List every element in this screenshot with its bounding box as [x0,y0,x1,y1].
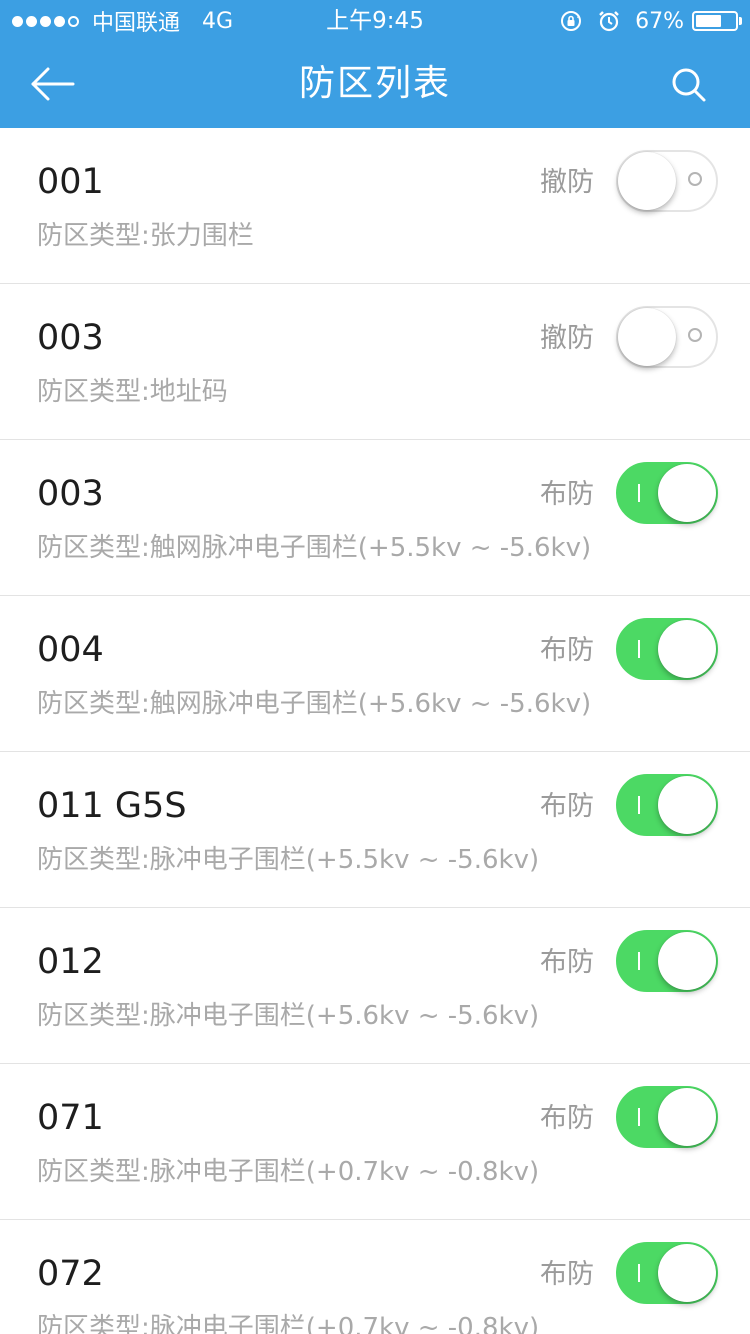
toggle-knob [618,308,676,366]
toggle-knob [618,152,676,210]
zone-list-screen: 中国联通 4G 上午9:45 67% 防区列表 001 防区类型:张力围栏 撤防… [0,0,750,1334]
arm-toggle[interactable] [616,930,718,992]
zone-row[interactable]: 071 防区类型:脉冲电子围栏(+0.7kv ~ -0.8kv) 布防 [0,1064,750,1220]
zone-status-label: 布防 [540,791,594,822]
zone-row[interactable]: 001 防区类型:张力围栏 撤防 [0,128,750,284]
zone-name: 012 [37,942,104,982]
zone-row[interactable]: 012 防区类型:脉冲电子围栏(+5.6kv ~ -5.6kv) 布防 [0,908,750,1064]
page-title: 防区列表 [298,63,451,104]
arm-toggle[interactable] [616,150,718,212]
arm-toggle[interactable] [616,1242,718,1304]
toggle-on-mark-icon [638,1108,640,1126]
zone-status-label: 布防 [540,479,594,510]
zone-status-label: 布防 [540,635,594,666]
zone-type: 防区类型:脉冲电子围栏(+5.6kv ~ -5.6kv) [37,1001,540,1031]
alarm-icon [597,9,621,33]
zone-list: 001 防区类型:张力围栏 撤防 003 防区类型:地址码 撤防 003 防区类型:触网脉冲电… [0,128,750,1334]
zone-row[interactable]: 003 防区类型:地址码 撤防 [0,284,750,440]
zone-name: 071 [37,1098,104,1138]
zone-type: 防区类型:脉冲电子围栏(+0.7kv ~ -0.8kv) [37,1157,540,1187]
toggle-knob [658,1088,716,1146]
battery-percent: 67% [635,8,684,34]
zone-name: 003 [37,474,104,514]
arm-toggle[interactable] [616,774,718,836]
rotation-lock-icon [559,9,583,33]
back-button[interactable] [22,56,82,112]
toggle-knob [658,1244,716,1302]
toggle-knob [658,464,716,522]
toggle-knob [658,776,716,834]
zone-type: 防区类型:触网脉冲电子围栏(+5.5kv ~ -5.6kv) [37,533,592,563]
toggle-knob [658,620,716,678]
status-bar: 中国联通 4G 上午9:45 67% [0,0,750,40]
zone-type: 防区类型:触网脉冲电子围栏(+5.6kv ~ -5.6kv) [37,689,592,719]
arm-toggle[interactable] [616,306,718,368]
nav-bar: 防区列表 [0,40,750,128]
zone-row[interactable]: 004 防区类型:触网脉冲电子围栏(+5.6kv ~ -5.6kv) 布防 [0,596,750,752]
zone-name: 001 [37,162,104,202]
search-button[interactable] [664,60,714,110]
arm-toggle[interactable] [616,618,718,680]
toggle-on-mark-icon [638,640,640,658]
toggle-on-mark-icon [638,952,640,970]
zone-type: 防区类型:脉冲电子围栏(+0.7kv ~ -0.8kv) [37,1313,540,1334]
toggle-on-mark-icon [638,796,640,814]
zone-status-label: 布防 [540,1259,594,1290]
zone-name: 072 [37,1254,104,1294]
zone-type: 防区类型:地址码 [37,377,228,407]
toggle-on-mark-icon [638,484,640,502]
zone-status-label: 撤防 [540,323,594,354]
toggle-knob [658,932,716,990]
battery-icon [692,11,742,31]
zone-row[interactable]: 003 防区类型:触网脉冲电子围栏(+5.5kv ~ -5.6kv) 布防 [0,440,750,596]
app-header: 中国联通 4G 上午9:45 67% 防区列表 [0,0,750,128]
zone-status-label: 撤防 [540,167,594,198]
zone-status-label: 布防 [540,1103,594,1134]
zone-type: 防区类型:张力围栏 [37,221,254,251]
zone-name: 004 [37,630,104,670]
zone-name: 011 G5S [37,786,187,826]
arrow-left-icon [31,67,75,101]
zone-row[interactable]: 072 防区类型:脉冲电子围栏(+0.7kv ~ -0.8kv) 布防 [0,1220,750,1334]
zone-name: 003 [37,318,104,358]
zone-row[interactable]: 011 G5S 防区类型:脉冲电子围栏(+5.5kv ~ -5.6kv) 布防 [0,752,750,908]
toggle-off-mark-icon [688,328,702,342]
status-right: 67% [545,6,742,36]
search-icon [672,68,706,102]
zone-type: 防区类型:脉冲电子围栏(+5.5kv ~ -5.6kv) [37,845,540,875]
arm-toggle[interactable] [616,462,718,524]
arm-toggle[interactable] [616,1086,718,1148]
battery-fill [696,15,722,27]
toggle-on-mark-icon [638,1264,640,1282]
zone-status-label: 布防 [540,947,594,978]
toggle-off-mark-icon [688,172,702,186]
